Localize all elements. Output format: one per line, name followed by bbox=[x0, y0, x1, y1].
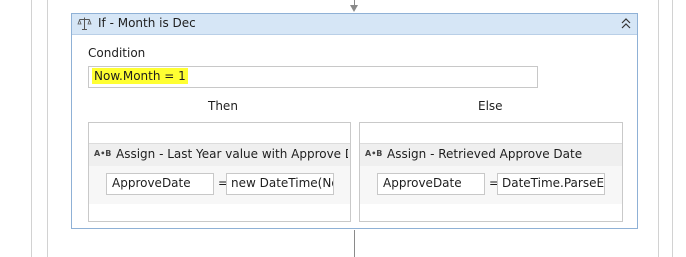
condition-label: Condition bbox=[88, 46, 146, 60]
flow-connector-bottom bbox=[354, 230, 355, 257]
if-activity-header[interactable]: If - Month is Dec bbox=[72, 14, 637, 35]
else-assign-to-field[interactable]: ApproveDate bbox=[377, 173, 485, 195]
then-assign-value-field[interactable]: new DateTime(Now bbox=[226, 173, 334, 195]
then-branch[interactable]: A•B Assign - Last Year value with Approv… bbox=[88, 122, 351, 222]
then-assign-title: Assign - Last Year value with Approve D bbox=[116, 147, 348, 161]
else-assign-value-field[interactable]: DateTime.ParseExa bbox=[497, 173, 605, 195]
else-assign-title: Assign - Retrieved Approve Date bbox=[387, 147, 583, 161]
then-assign-to-field[interactable]: ApproveDate bbox=[106, 173, 214, 195]
double-chevron-up-icon[interactable] bbox=[619, 16, 633, 31]
if-activity-title: If - Month is Dec bbox=[98, 16, 196, 30]
designer-guide-line-right-2 bbox=[672, 0, 673, 257]
condition-input[interactable]: Now.Month = 1 bbox=[88, 66, 538, 88]
else-label: Else bbox=[478, 99, 503, 113]
else-assign-header[interactable]: A•B Assign - Retrieved Approve Date bbox=[360, 143, 622, 167]
assign-icon: A•B bbox=[94, 149, 112, 158]
then-assign-header[interactable]: A•B Assign - Last Year value with Approv… bbox=[89, 143, 350, 167]
condition-expression[interactable]: Now.Month = 1 bbox=[92, 68, 188, 84]
flow-arrow-icon bbox=[350, 5, 358, 12]
if-activity[interactable]: If - Month is Dec Condition Now.Month = … bbox=[71, 13, 638, 229]
else-assign-body: ApproveDate = DateTime.ParseExa bbox=[360, 166, 622, 204]
then-label: Then bbox=[208, 99, 238, 113]
then-assign-body: ApproveDate = new DateTime(Now bbox=[89, 166, 350, 204]
designer-guide-line-left bbox=[31, 0, 32, 257]
balance-scale-icon bbox=[77, 17, 92, 30]
else-branch[interactable]: A•B Assign - Retrieved Approve Date Appr… bbox=[359, 122, 623, 222]
designer-guide-line-right bbox=[658, 0, 659, 257]
designer-guide-line-left-2 bbox=[47, 0, 48, 257]
assign-icon: A•B bbox=[365, 149, 383, 158]
